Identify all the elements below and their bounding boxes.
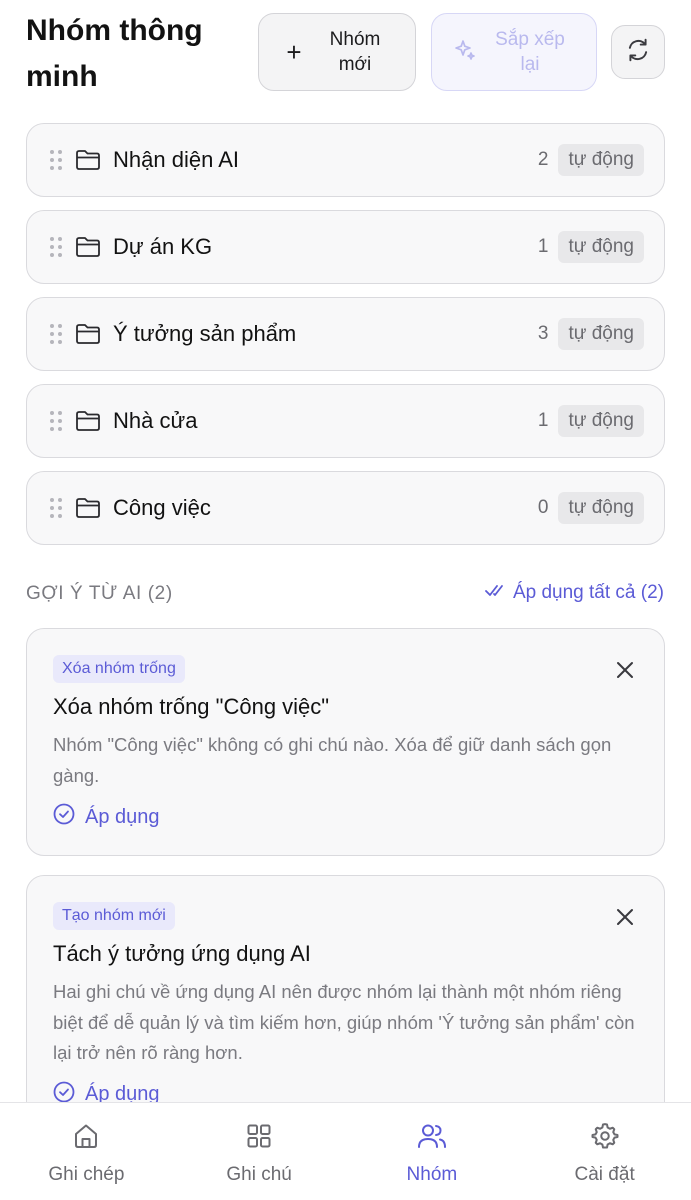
nav-item-groups[interactable]: Nhóm	[346, 1103, 519, 1200]
bottom-nav: Ghi chép Ghi chú Nhóm Cài đặt	[0, 1102, 691, 1200]
reorganize-button[interactable]: Sắp xếp lại	[431, 13, 597, 91]
nav-item-notes-log[interactable]: Ghi chép	[0, 1103, 173, 1200]
header: Nhóm thông minh + Nhóm mới Sắp xếp lại	[0, 0, 691, 105]
suggestions-heading: GỢI Ý TỪ AI (2)	[26, 583, 173, 604]
group-name: Nhận diện AI	[113, 147, 239, 172]
plus-icon: +	[286, 37, 302, 67]
folder-icon	[75, 149, 109, 171]
close-icon[interactable]	[614, 906, 636, 928]
folder-icon	[75, 323, 109, 345]
gear-icon	[590, 1121, 620, 1156]
group-item[interactable]: Nhà cửa 1 tự động	[26, 384, 665, 458]
folder-icon	[75, 497, 109, 519]
nav-item-notes[interactable]: Ghi chú	[173, 1103, 346, 1200]
auto-badge: tự động	[558, 492, 644, 524]
drag-handle-icon[interactable]	[49, 497, 71, 519]
nav-label: Ghi chú	[226, 1164, 292, 1185]
suggestion-description: Nhóm "Công việc" không có ghi chú nào. X…	[53, 734, 612, 786]
auto-badge: tự động	[558, 231, 644, 263]
suggestion-title: Tách ý tưởng ứng dụng AI	[53, 941, 311, 966]
folder-icon	[75, 410, 109, 432]
suggestion-tag: Tạo nhóm mới	[53, 902, 175, 930]
apply-button[interactable]: Áp dụng	[53, 803, 638, 831]
group-item[interactable]: Dự án KG 1 tự động	[26, 210, 665, 284]
double-check-icon	[485, 582, 507, 604]
auto-badge: tự động	[558, 318, 644, 350]
new-group-button[interactable]: + Nhóm mới	[258, 13, 416, 91]
group-count: 1	[537, 236, 549, 257]
suggestion-title: Xóa nhóm trống "Công việc"	[53, 694, 330, 719]
grid-icon	[244, 1121, 274, 1156]
suggestion-card: Xóa nhóm trống Xóa nhóm trống "Công việc…	[26, 628, 665, 856]
group-count: 1	[537, 410, 549, 431]
refresh-icon	[625, 37, 651, 68]
reorganize-label: Sắp xếp lại	[495, 29, 565, 75]
sparkles-icon	[453, 38, 477, 67]
drag-handle-icon[interactable]	[49, 149, 71, 171]
group-list: Nhận diện AI 2 tự động Dự án KG 1 tự độn…	[26, 123, 665, 558]
group-count: 3	[537, 323, 549, 344]
group-name: Dự án KG	[113, 234, 213, 259]
new-group-label: Nhóm mới	[329, 29, 381, 75]
refresh-button[interactable]	[611, 25, 665, 79]
close-icon[interactable]	[614, 659, 636, 681]
apply-all-label: Áp dụng tất cả (2)	[512, 582, 664, 603]
group-item[interactable]: Ý tưởng sản phẩm 3 tự động	[26, 297, 665, 371]
smart-groups-screen: Nhóm thông minh + Nhóm mới Sắp xếp lại N…	[0, 0, 691, 1200]
drag-handle-icon[interactable]	[49, 410, 71, 432]
home-icon	[71, 1121, 101, 1156]
nav-label: Nhóm	[406, 1164, 458, 1185]
page-title: Nhóm thông minh	[26, 14, 203, 93]
group-name: Nhà cửa	[113, 408, 198, 433]
apply-all-button[interactable]: Áp dụng tất cả (2)	[485, 582, 664, 604]
nav-item-settings[interactable]: Cài đặt	[518, 1103, 691, 1200]
group-name: Ý tưởng sản phẩm	[113, 321, 297, 346]
users-icon	[416, 1121, 448, 1156]
suggestion-tag: Xóa nhóm trống	[53, 655, 185, 683]
suggestion-description: Hai ghi chú về ứng dụng AI nên được nhóm…	[53, 981, 635, 1063]
group-count: 0	[537, 497, 549, 518]
folder-icon	[75, 236, 109, 258]
apply-label: Áp dụng	[85, 805, 160, 828]
group-count: 2	[537, 149, 549, 170]
auto-badge: tự động	[558, 405, 644, 437]
drag-handle-icon[interactable]	[49, 323, 71, 345]
check-circle-icon	[53, 803, 75, 831]
group-name: Công việc	[113, 495, 211, 520]
nav-label: Ghi chép	[48, 1164, 125, 1185]
drag-handle-icon[interactable]	[49, 236, 71, 258]
group-item[interactable]: Công việc 0 tự động	[26, 471, 665, 545]
group-item[interactable]: Nhận diện AI 2 tự động	[26, 123, 665, 197]
nav-label: Cài đặt	[574, 1164, 635, 1185]
auto-badge: tự động	[558, 144, 644, 176]
